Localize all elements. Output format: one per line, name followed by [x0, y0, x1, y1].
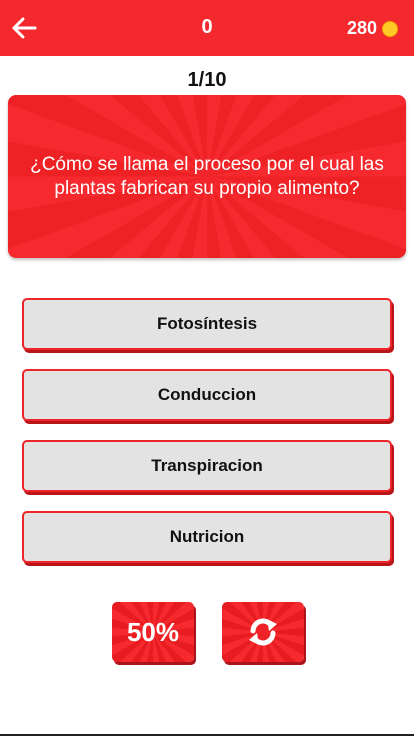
- answer-option-3[interactable]: Transpiracion: [22, 440, 392, 492]
- refresh-question-button[interactable]: [222, 602, 304, 662]
- fifty-fifty-label: 50%: [126, 616, 180, 647]
- arrow-left-icon: [12, 17, 37, 39]
- coin-balance: 280: [347, 18, 398, 39]
- coin-count: 280: [346, 18, 377, 38]
- refresh-icon: [249, 618, 277, 646]
- fifty-fifty-button[interactable]: 50%: [112, 602, 194, 662]
- answer-option-4[interactable]: Nutricion: [22, 511, 392, 563]
- question-text: ¿Cómo se llama el proceso por el cual la…: [30, 153, 384, 199]
- back-button[interactable]: [10, 14, 38, 42]
- question-progress: 1/10: [187, 69, 227, 91]
- answer-option-2[interactable]: Conduccion: [22, 369, 392, 421]
- top-bar: 0 280: [0, 0, 414, 56]
- question-card: ¿Cómo se llama el proceso por el cual la…: [8, 95, 406, 258]
- coin-icon: [382, 20, 398, 37]
- answer-option-1[interactable]: Fotosíntesis: [22, 298, 392, 350]
